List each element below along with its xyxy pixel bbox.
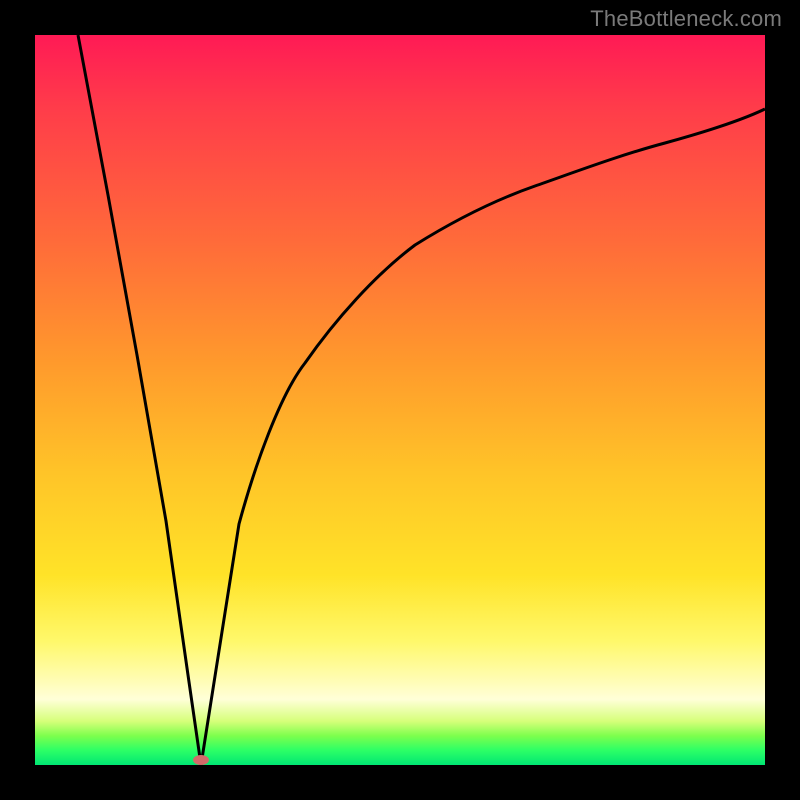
curve-left-branch <box>78 35 201 765</box>
bottleneck-curve <box>35 35 765 765</box>
curve-right-branch <box>201 109 765 765</box>
plot-frame <box>35 35 765 765</box>
watermark-text: TheBottleneck.com <box>590 6 782 32</box>
minimum-marker <box>193 755 209 765</box>
